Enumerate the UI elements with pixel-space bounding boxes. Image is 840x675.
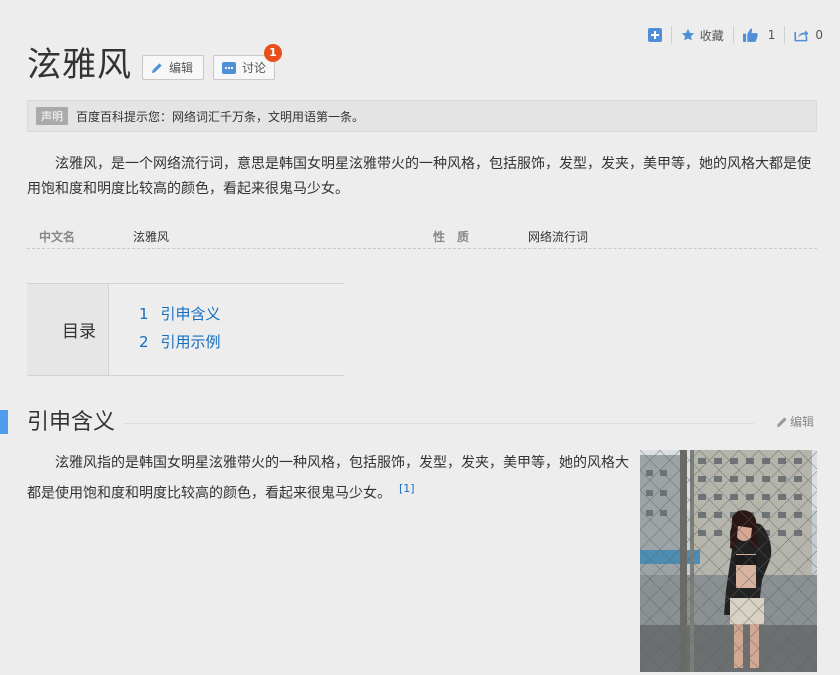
chat-bubble-icon <box>222 61 236 74</box>
notice-tag: 声明 <box>36 107 68 125</box>
toc-item-number: 2 <box>139 333 149 351</box>
notice-bar: 声明 百度百科提示您：网络词汇千万条，文明用语第一条。 <box>27 100 817 132</box>
top-toolbar: 收藏 1 0 <box>639 26 832 44</box>
section-title: 引申含义 <box>27 410 116 435</box>
basic-info: 中文名 泫雅风 性 质 网络流行词 <box>27 226 817 249</box>
star-icon <box>681 28 694 41</box>
section-paragraph: 泫雅风指的是韩国女明星泫雅带火的一种风格，包括服饰，发型，发夹，美甲等，她的风格… <box>27 451 633 507</box>
section-accent-bar <box>0 410 8 434</box>
section-edit-label: 编辑 <box>790 415 815 429</box>
toc-item[interactable]: 2 引用示例 <box>139 331 221 352</box>
plus-square-icon <box>647 28 662 42</box>
collect-button[interactable]: 收藏 <box>672 26 733 44</box>
reference-link[interactable]: [1] <box>399 482 415 495</box>
share-count: 0 <box>815 28 823 42</box>
add-button[interactable] <box>639 26 671 44</box>
discuss-count-badge: 1 <box>264 44 282 62</box>
info-value-chinese-name: 泫雅风 <box>133 230 170 244</box>
edit-button[interactable]: 编辑 <box>142 55 204 80</box>
section-edit-link[interactable]: 编辑 <box>776 413 814 430</box>
section-divider <box>124 423 754 424</box>
info-key-nature: 性 质 <box>433 230 470 244</box>
toc-label: 目录 <box>27 284 109 375</box>
pencil-icon <box>152 62 162 73</box>
collect-label: 收藏 <box>699 28 724 43</box>
thumbs-up-icon <box>742 28 758 42</box>
summary-paragraph: 泫雅风，是一个网络流行词，意思是韩国女明星泫雅带火的一种风格，包括服饰，发型，发… <box>27 156 811 197</box>
notice-text: 百度百科提示您：网络词汇千万条，文明用语第一条。 <box>76 109 365 124</box>
section-photo[interactable] <box>640 450 817 672</box>
edit-button-label: 编辑 <box>169 61 194 75</box>
share-button[interactable]: 0 <box>785 26 832 44</box>
share-icon <box>794 30 809 42</box>
page-title: 泫雅风 <box>27 45 132 85</box>
info-value-nature: 网络流行词 <box>528 230 589 244</box>
table-of-contents: 目录 1 引申含义 2 引用示例 <box>27 283 344 376</box>
like-button[interactable]: 1 <box>734 26 785 44</box>
toc-item-number: 1 <box>139 305 149 323</box>
photo-image <box>640 450 817 672</box>
toc-item-text: 引申含义 <box>160 305 221 323</box>
section-text: 泫雅风指的是韩国女明星泫雅带火的一种风格，包括服饰，发型，发夹，美甲等，她的风格… <box>27 455 629 502</box>
toc-item[interactable]: 1 引申含义 <box>139 303 221 324</box>
pencil-icon <box>777 416 787 427</box>
toc-item-text: 引用示例 <box>160 333 221 351</box>
like-count: 1 <box>767 28 776 42</box>
discuss-button-label: 讨论 <box>242 61 267 75</box>
info-key-chinese-name: 中文名 <box>39 230 76 244</box>
